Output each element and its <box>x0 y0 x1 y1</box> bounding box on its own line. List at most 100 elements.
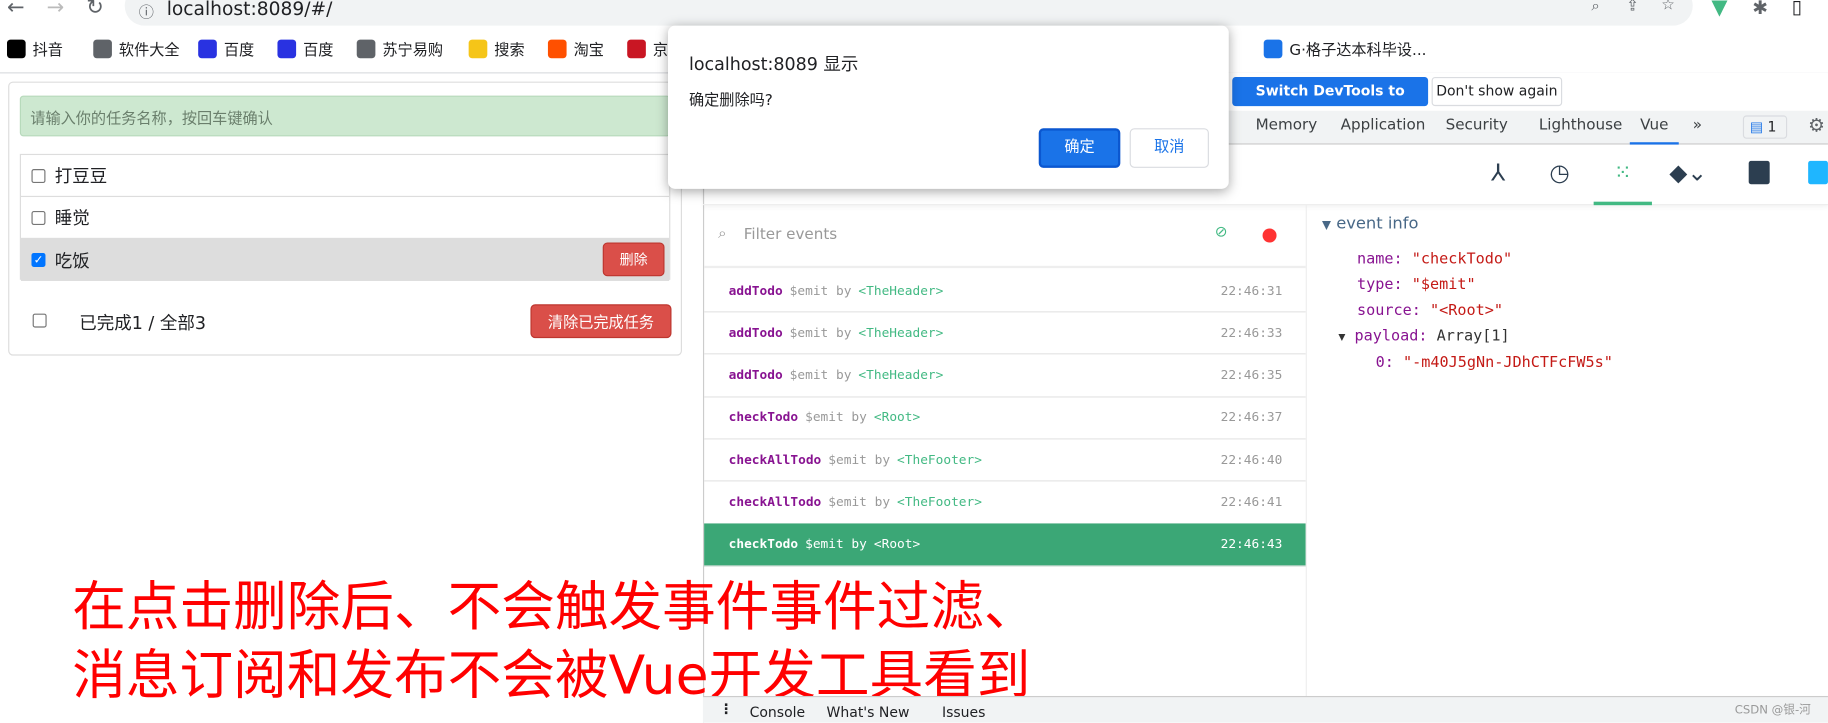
dialog-title: localhost:8089 显示 <box>688 53 859 75</box>
dont-show-again-button[interactable]: Don't show again <box>1431 76 1563 107</box>
event-emit-by: $emit by <box>789 367 852 383</box>
info-payload[interactable]: ▼ payload: Array[1] <box>1338 324 1613 351</box>
event-emit-by: $emit by <box>805 536 867 552</box>
drawer-menu-icon[interactable]: ⋮ <box>719 701 733 717</box>
todo-item[interactable]: 睡觉 <box>20 197 670 239</box>
info-type: type: "$emit" <box>1356 276 1476 294</box>
bookmark-item[interactable]: 搜索 <box>468 37 525 60</box>
issues-badge[interactable]: ▤ 1 <box>1742 115 1788 139</box>
info-icon[interactable]: ⓘ <box>139 0 154 22</box>
event-filter-bar: ⌕ Filter events ⊘ <box>704 208 1306 269</box>
event-name: checkAllTodo <box>728 451 822 468</box>
clear-completed-button[interactable]: 清除已完成任务 <box>530 304 672 339</box>
switch-language-button[interactable]: Switch DevTools to Chinese <box>1232 76 1429 128</box>
reload-icon[interactable]: ↻ <box>86 0 104 20</box>
event-time: 22:46:33 <box>1220 325 1283 341</box>
forward-icon[interactable]: → <box>47 0 65 20</box>
event-emit-by: $emit by <box>828 494 891 510</box>
event-emit-by: $emit by <box>789 282 852 298</box>
info-payload-item: 0: "-m40J5gNn-JDhCTFcFW5s" <box>1375 354 1613 372</box>
event-time: 22:46:43 <box>1220 536 1283 552</box>
share-icon[interactable]: ⇪ <box>1626 0 1639 15</box>
timeline-history-icon[interactable]: ◷ <box>1549 159 1569 187</box>
bookmark-item[interactable]: 百度 <box>198 37 254 59</box>
search-icon: ⌕ <box>718 224 727 243</box>
event-name: addTodo <box>728 325 783 341</box>
event-component: <Root> <box>873 409 921 425</box>
bookmark-item[interactable]: G·格子达本科毕设... <box>1263 37 1426 59</box>
bookmark-item[interactable]: 京 <box>627 37 668 59</box>
sidepanel-icon[interactable]: ▯ <box>1792 0 1802 17</box>
caret-down-icon: ▼ <box>1338 331 1346 344</box>
panel-divider <box>1305 205 1307 696</box>
todo-item[interactable]: 打豆豆 <box>20 155 670 198</box>
event-row[interactable]: addTodo $emit by <TheHeader> 22:46:31 <box>704 269 1306 313</box>
bookmark-item[interactable]: 抖音 <box>6 37 63 59</box>
tab-lighthouse[interactable]: Lighthouse <box>1539 117 1623 134</box>
bookmark-label: 百度 <box>223 41 255 60</box>
vue-extension-icon[interactable]: ▼ <box>1711 0 1727 20</box>
star-icon[interactable]: ☆ <box>1661 0 1675 14</box>
todo-checkbox[interactable] <box>31 168 46 183</box>
info-source: source: "<Root>" <box>1356 301 1504 320</box>
more-tabs-icon[interactable]: » <box>1693 117 1702 134</box>
event-row[interactable]: checkAllTodo $emit by <TheFooter> 22:46:41 <box>704 481 1306 525</box>
address-bar[interactable]: ⓘ localhost:8089/#/ ⌕ ⇪ ☆ <box>124 0 1693 26</box>
todo-checkbox[interactable]: ✓ <box>31 252 46 267</box>
ok-button[interactable]: 确定 <box>1038 128 1121 168</box>
clear-events-icon[interactable]: ⊘ <box>1215 224 1228 241</box>
back-icon[interactable]: ← <box>7 0 25 20</box>
extensions-icon[interactable]: ✱ <box>1752 0 1768 19</box>
bookmark-favicon-icon <box>627 39 646 58</box>
settings-gear-icon[interactable]: ⚙ <box>1808 114 1825 136</box>
bookmark-label: 搜索 <box>494 41 525 60</box>
event-row[interactable]: checkTodo $emit by <Root> 22:46:43 <box>704 523 1306 567</box>
filter-events-input[interactable]: Filter events <box>744 226 837 243</box>
event-row[interactable]: addTodo $emit by <TheHeader> 22:46:33 <box>704 312 1306 355</box>
todo-item[interactable]: ✓ 吃饭 删除 <box>20 238 670 281</box>
event-info-header[interactable]: ▼ event info <box>1322 215 1812 234</box>
event-time: 22:46:37 <box>1220 409 1283 425</box>
devtools-drawer: ⋮ Console What's New Issues <box>702 695 1828 723</box>
cancel-button[interactable]: 取消 <box>1129 128 1209 168</box>
bookmark-favicon-icon <box>6 39 26 58</box>
check-all-checkbox[interactable] <box>32 313 47 328</box>
event-component: <TheFooter> <box>897 494 982 510</box>
event-row[interactable]: addTodo $emit by <TheHeader> 22:46:35 <box>704 354 1306 398</box>
bookmark-label: 软件大全 <box>118 41 180 60</box>
tab-memory[interactable]: Memory <box>1256 117 1318 134</box>
record-icon[interactable] <box>1262 228 1277 243</box>
drawer-tab-console[interactable]: Console <box>750 704 806 720</box>
bookmark-label: 百度 <box>303 41 334 60</box>
bookmark-favicon-icon <box>198 39 217 58</box>
events-icon[interactable]: ⁙ <box>1593 145 1652 206</box>
bookmark-label: 京 <box>652 41 669 60</box>
bookmark-item[interactable]: 苏宁易购 <box>356 37 443 59</box>
issues-count: 1 <box>1767 118 1777 136</box>
drawer-tab-issues[interactable]: Issues <box>942 704 985 720</box>
caret-down-icon: ▼ <box>1322 219 1331 232</box>
zoom-icon[interactable]: ⌕ <box>1591 0 1599 15</box>
todo-title: 睡觉 <box>54 207 90 229</box>
vue-settings-icon[interactable] <box>1808 160 1828 185</box>
bookmark-item[interactable]: 软件大全 <box>93 37 180 60</box>
delete-button[interactable]: 删除 <box>602 242 665 277</box>
event-emit-by: $emit by <box>789 325 852 341</box>
event-row[interactable]: checkTodo $emit by <Root> 22:46:37 <box>704 396 1306 440</box>
bookmark-favicon-icon <box>1263 39 1283 58</box>
tab-application[interactable]: Application <box>1341 117 1426 134</box>
performance-icon[interactable] <box>1748 160 1770 185</box>
routing-icon[interactable]: ◆⌄ <box>1669 159 1706 187</box>
tab-security[interactable]: Security <box>1446 117 1508 134</box>
event-name: addTodo <box>728 367 783 383</box>
todo-checkbox[interactable] <box>31 210 46 225</box>
drawer-tab-whats-new[interactable]: What's New <box>827 704 910 720</box>
components-icon[interactable]: ⅄ <box>1491 159 1505 187</box>
tab-vue[interactable]: Vue <box>1629 117 1679 145</box>
confirm-dialog: localhost:8089 显示 确定删除吗? 确定 取消 <box>668 25 1229 189</box>
bookmark-item[interactable]: 百度 <box>277 37 333 59</box>
bookmark-item[interactable]: 淘宝 <box>547 37 604 59</box>
task-input[interactable]: 请输入你的任务名称，按回车键确认 <box>19 95 671 137</box>
bookmark-favicon-icon <box>468 39 488 58</box>
event-row[interactable]: checkAllTodo $emit by <TheFooter> 22:46:40 <box>704 439 1306 482</box>
